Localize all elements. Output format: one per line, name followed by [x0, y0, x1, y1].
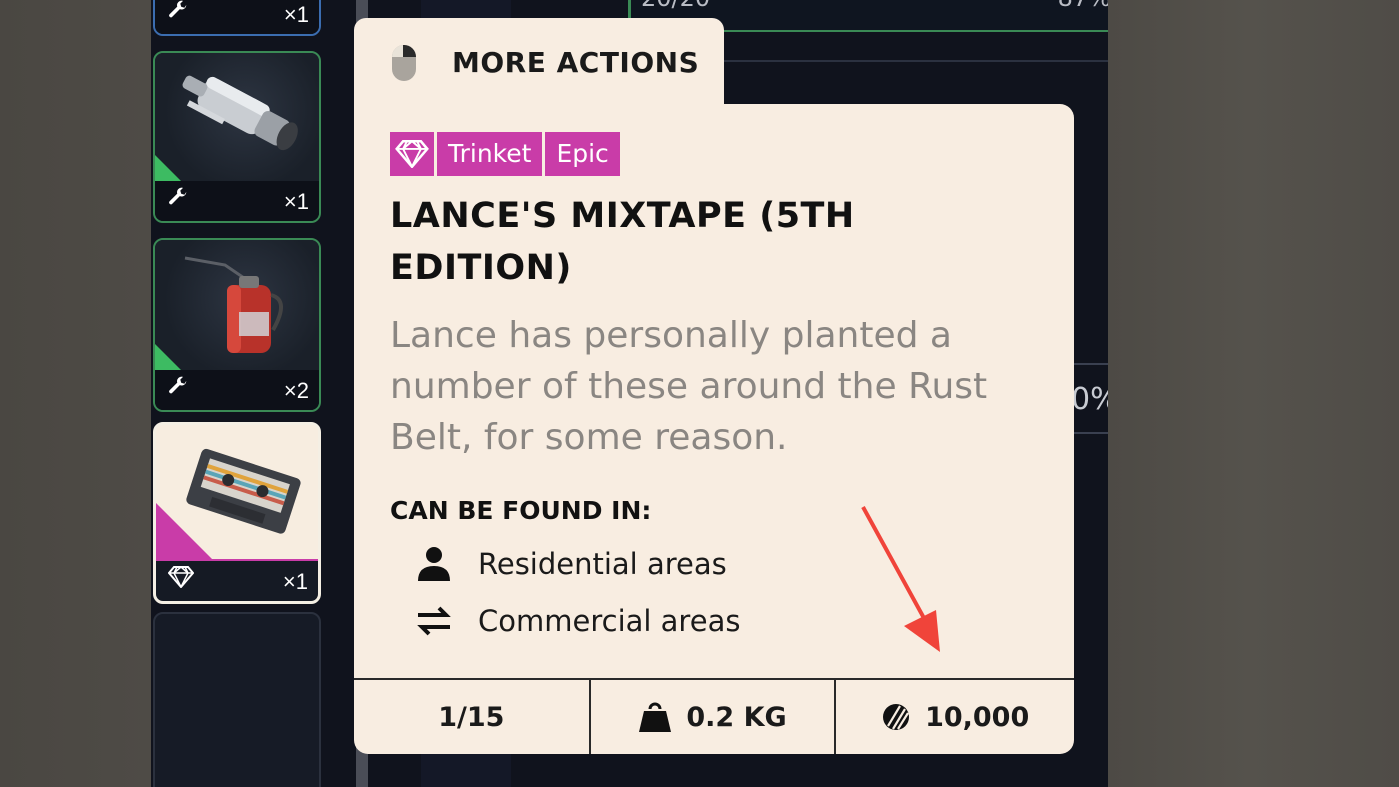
person-icon [414, 546, 454, 582]
weight-value: 0.2 KG [686, 701, 787, 733]
rarity-tag: Epic [545, 132, 620, 176]
currency-icon [883, 704, 910, 730]
inventory-slot-selected[interactable]: ×1 [153, 422, 321, 604]
inventory-slot-empty[interactable] [153, 612, 321, 787]
more-actions-label: MORE ACTIONS [452, 46, 700, 79]
item-stats: 1/15 0.2 KG 10,000 [354, 678, 1074, 754]
rarity-corner [155, 344, 181, 370]
item-tags: Trinket Epic [390, 132, 620, 176]
weight-icon [639, 702, 672, 732]
gem-icon [390, 132, 434, 176]
more-actions-tab[interactable]: MORE ACTIONS [354, 18, 724, 108]
slot-footer: ×1 [156, 559, 318, 601]
found-area-row: Residential areas [414, 546, 727, 582]
wrench-icon [167, 375, 189, 403]
top-count: 20/20 [641, 0, 710, 12]
stack-count: 1/15 [354, 680, 589, 754]
weight-stat: 0.2 KG [588, 680, 835, 754]
area-label: Residential areas [478, 547, 727, 581]
divider [1071, 432, 1108, 434]
side-percent: 0% [1071, 382, 1108, 417]
stack-value: 1/15 [438, 701, 505, 733]
found-in-heading: CAN BE FOUND IN: [390, 496, 652, 525]
slot-quantity: ×1 [283, 2, 309, 27]
mouse-right-click-icon [390, 43, 418, 87]
divider [1071, 363, 1108, 365]
gem-icon [167, 566, 195, 594]
value-stat: 10,000 [834, 680, 1074, 754]
item-image [156, 425, 318, 561]
category-tag: Trinket [437, 132, 543, 176]
item-title: LANCE'S MIXTAPE (5TH EDITION) [390, 196, 855, 288]
slot-footer: ×1 [155, 0, 319, 34]
item-tooltip: Trinket Epic LANCE'S MIXTAPE (5TH EDITIO… [354, 104, 1074, 754]
swap-arrows-icon [414, 605, 454, 637]
top-percent: 87% [1058, 0, 1108, 12]
found-area-row: Commercial areas [414, 604, 740, 638]
inventory-slot[interactable]: ×1 [153, 51, 321, 223]
divider [711, 60, 1108, 62]
inventory-slot[interactable]: ×1 [153, 0, 321, 36]
slot-quantity: ×1 [282, 569, 308, 594]
rarity-corner [155, 155, 181, 181]
area-label: Commercial areas [478, 604, 741, 638]
inventory-slot[interactable]: ×2 [153, 238, 321, 412]
wrench-icon [167, 186, 189, 214]
wrench-icon [167, 0, 189, 27]
slot-footer: ×2 [155, 370, 319, 410]
slot-footer: ×1 [155, 181, 319, 221]
value-amount: 10,000 [925, 701, 1030, 733]
item-description: Lance has personally planted a number of… [390, 315, 988, 458]
slot-quantity: ×1 [283, 189, 309, 214]
slot-quantity: ×2 [283, 378, 309, 403]
